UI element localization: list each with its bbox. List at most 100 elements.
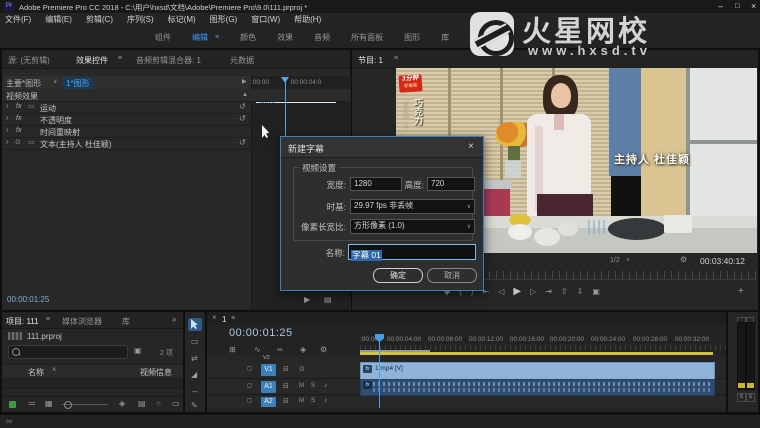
track-a2-target[interactable]: A2 bbox=[261, 397, 276, 407]
workspace-audio[interactable]: 音频 bbox=[314, 32, 330, 43]
workspace-editing[interactable]: 编辑 bbox=[192, 32, 208, 43]
export-frame-icon[interactable]: ▣ bbox=[592, 288, 600, 296]
ok-button[interactable]: 确定 bbox=[373, 268, 423, 283]
find-icon[interactable]: ○ bbox=[156, 400, 161, 408]
project-file-row[interactable]: 111.prproj bbox=[2, 330, 183, 343]
microphone-icon[interactable]: ♪ bbox=[324, 397, 328, 404]
audio-clip[interactable]: fx bbox=[360, 379, 715, 396]
tab-sequence[interactable]: 1 bbox=[222, 315, 226, 324]
go-to-out-icon[interactable]: ⇥ bbox=[545, 288, 552, 296]
tab-libraries[interactable]: 库 bbox=[122, 316, 130, 327]
track-output-eye-icon[interactable]: ⊙ bbox=[299, 366, 305, 373]
ripple-edit-tool[interactable]: ⇄ bbox=[191, 355, 198, 363]
dialog-close-icon[interactable]: × bbox=[468, 141, 474, 152]
settings-wrench-icon[interactable]: ⚙ bbox=[680, 256, 687, 264]
tab-program-monitor[interactable]: 节目: 1 bbox=[358, 55, 383, 66]
source-assign-icon[interactable]: ⊟ bbox=[283, 383, 289, 390]
tab-overflow-icon[interactable]: » bbox=[172, 316, 176, 324]
export-frame-icon[interactable]: ▤ bbox=[324, 296, 332, 304]
name-input[interactable]: 字幕 01 bbox=[348, 244, 476, 260]
master-clip-label[interactable]: 主要*图形 bbox=[6, 78, 41, 89]
menu-help[interactable]: 帮助(H) bbox=[294, 14, 321, 25]
eye-icon[interactable]: ⊙ bbox=[15, 139, 21, 146]
menu-file[interactable]: 文件(F) bbox=[5, 14, 31, 25]
menu-sequence[interactable]: 序列(S) bbox=[127, 14, 154, 25]
source-assign-icon[interactable]: ⊟ bbox=[283, 398, 289, 405]
shuttle-icon[interactable]: ◈ bbox=[119, 400, 125, 408]
track-v1-target[interactable]: V1 bbox=[261, 364, 276, 376]
zoom-slider-handle[interactable] bbox=[64, 401, 72, 409]
solo-left-button[interactable]: S bbox=[737, 393, 746, 402]
reset-icon[interactable]: ↺ bbox=[239, 103, 246, 111]
collapse-icon[interactable]: ▲ bbox=[242, 92, 248, 98]
video-clip[interactable]: fx 1.mp4 [V] bbox=[360, 362, 715, 380]
chevron-down-icon[interactable]: ∨ bbox=[626, 258, 630, 263]
timeline-ruler[interactable]: :00:00 00:00:04:00 00:00:08:00 00:00:12:… bbox=[360, 336, 726, 350]
panel-menu-icon[interactable]: ≡ bbox=[231, 315, 235, 322]
menu-clip[interactable]: 剪辑(C) bbox=[86, 14, 113, 25]
twirl-icon[interactable]: › bbox=[6, 114, 9, 122]
track-lock-icon[interactable]: ◻ bbox=[247, 366, 252, 372]
chevron-down-icon[interactable]: ∨ bbox=[53, 79, 57, 85]
step-back-icon[interactable]: ◁ bbox=[498, 288, 504, 296]
project-file-name[interactable]: 111.prproj bbox=[27, 332, 62, 341]
menu-window[interactable]: 窗口(W) bbox=[251, 14, 280, 25]
track-v2-label[interactable]: V2 bbox=[263, 355, 270, 361]
tab-audio-clip-mixer[interactable]: 音频剪辑混合器: 1 bbox=[136, 55, 201, 66]
timebase-dropdown[interactable]: 29.97 fps 非丢帧 ∨ bbox=[350, 199, 475, 214]
panel-menu-icon[interactable]: ≡ bbox=[46, 316, 50, 323]
timeline-settings-icon[interactable]: ⚙ bbox=[320, 346, 327, 354]
project-search-box[interactable] bbox=[8, 345, 128, 359]
track-lock-icon[interactable]: ◻ bbox=[247, 398, 252, 404]
track-a1-target[interactable]: A1 bbox=[261, 381, 276, 393]
ec-timecode[interactable]: 00:00:01:25 bbox=[7, 295, 49, 304]
mute-button[interactable]: M bbox=[299, 398, 304, 404]
icon-view-icon[interactable]: ▦ bbox=[45, 400, 53, 408]
add-marker-icon[interactable]: ◈ bbox=[300, 346, 306, 354]
sort-ascending-icon[interactable]: ∧ bbox=[52, 367, 56, 373]
timeline-timecode[interactable]: 00:00:01:25 bbox=[229, 327, 293, 339]
pen-tool[interactable]: ✎ bbox=[191, 402, 198, 410]
twirl-icon[interactable]: › bbox=[6, 126, 9, 134]
tab-project[interactable]: 项目: 111 bbox=[6, 316, 39, 327]
height-input[interactable]: 720 bbox=[427, 177, 475, 191]
selection-tool[interactable] bbox=[188, 318, 202, 331]
tab-media-browser[interactable]: 媒体浏览器 bbox=[62, 316, 102, 327]
extract-icon[interactable]: ⇩ bbox=[577, 288, 584, 296]
play-around-icon[interactable]: ▶ bbox=[304, 296, 310, 304]
workspace-graphics[interactable]: 图形 bbox=[404, 32, 420, 43]
workspace-color[interactable]: 颜色 bbox=[240, 32, 256, 43]
tab-metadata[interactable]: 元数据 bbox=[230, 55, 254, 66]
par-dropdown[interactable]: 方形像素 (1.0) ∨ bbox=[350, 219, 475, 234]
cancel-button[interactable]: 取消 bbox=[427, 268, 477, 283]
timeline-playhead-line[interactable] bbox=[379, 340, 380, 408]
zoom-level-select[interactable]: 1/2 bbox=[610, 257, 620, 264]
button-editor-plus[interactable]: + bbox=[738, 287, 744, 297]
insert-overwrite-icon[interactable]: ⊞ bbox=[229, 346, 236, 354]
program-timecode[interactable]: 00:03:40:12 bbox=[700, 256, 745, 266]
menu-markers[interactable]: 标记(M) bbox=[168, 14, 196, 25]
ec-playhead-marker[interactable] bbox=[281, 77, 289, 83]
automate-to-sequence-icon[interactable]: ▤ bbox=[138, 400, 146, 408]
solo-button[interactable]: S bbox=[311, 398, 315, 404]
track-select-tool[interactable]: ▭ bbox=[191, 338, 199, 346]
slip-tool[interactable]: ↔ bbox=[191, 387, 199, 395]
reset-icon[interactable]: ↺ bbox=[239, 139, 246, 147]
tab-source-monitor[interactable]: 源: (无剪辑) bbox=[8, 55, 50, 66]
solo-button[interactable]: S bbox=[311, 383, 315, 389]
step-forward-icon[interactable]: ▷ bbox=[530, 288, 536, 296]
ec-playhead-line[interactable] bbox=[285, 77, 286, 137]
panel-menu-icon[interactable]: ≡ bbox=[394, 55, 398, 62]
reset-icon[interactable]: ↺ bbox=[239, 115, 246, 123]
new-bin-icon[interactable]: ▭ bbox=[172, 400, 180, 408]
project-writable-indicator[interactable] bbox=[9, 401, 16, 408]
play-icon[interactable]: ▶ bbox=[513, 287, 521, 297]
workspace-all-panels[interactable]: 所有面板 bbox=[351, 32, 383, 43]
list-view-icon[interactable]: ≔ bbox=[28, 400, 36, 408]
menu-graphics[interactable]: 图形(G) bbox=[210, 14, 238, 25]
workspace-libraries[interactable]: 库 bbox=[441, 32, 449, 43]
panel-menu-icon[interactable]: ≡ bbox=[118, 55, 122, 62]
track-lock-icon[interactable]: ◻ bbox=[247, 383, 252, 389]
twirl-icon[interactable]: › bbox=[6, 138, 9, 146]
snap-icon[interactable]: ∿ bbox=[254, 346, 261, 354]
